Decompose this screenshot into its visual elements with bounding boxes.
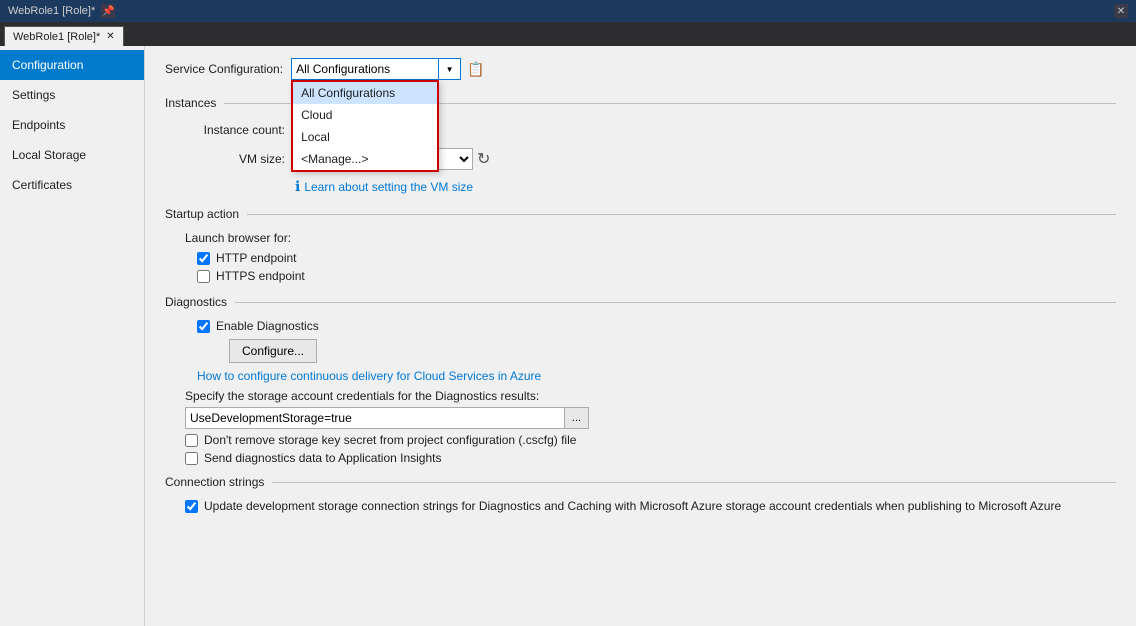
close-button[interactable]: ✕ bbox=[1114, 4, 1128, 18]
learn-link-row: ℹ Learn about setting the VM size bbox=[295, 178, 1116, 195]
service-config-dropdown-menu: All Configurations Cloud Local <Manage..… bbox=[291, 80, 439, 172]
enable-diagnostics-label: Enable Diagnostics bbox=[216, 319, 319, 333]
dont-remove-label: Don't remove storage key secret from pro… bbox=[204, 433, 576, 447]
https-endpoint-row: HTTPS endpoint bbox=[197, 269, 1116, 283]
title-bar-left: WebRole1 [Role]* 📌 bbox=[8, 4, 115, 18]
startup-action-label: Startup action bbox=[165, 207, 239, 221]
chevron-down-icon: ▼ bbox=[446, 65, 454, 74]
sidebar-local-storage-label: Local Storage bbox=[12, 148, 86, 162]
update-connection-strings-row: Update development storage connection st… bbox=[185, 499, 1116, 513]
configure-button[interactable]: Configure... bbox=[229, 339, 317, 363]
service-config-label: Service Configuration: bbox=[165, 62, 283, 76]
tab-label: WebRole1 [Role]* bbox=[13, 31, 100, 43]
connection-strings-section: Connection strings Update development st… bbox=[165, 475, 1116, 513]
config-dropdown-arrow[interactable]: ▼ bbox=[439, 58, 461, 80]
pin-button[interactable]: 📌 bbox=[101, 4, 115, 18]
sidebar: Configuration Settings Endpoints Local S… bbox=[0, 46, 145, 626]
info-icon: ℹ bbox=[295, 178, 300, 195]
learn-vm-size-link[interactable]: Learn about setting the VM size bbox=[304, 180, 473, 194]
send-insights-row: Send diagnostics data to Application Ins… bbox=[185, 451, 1116, 465]
sidebar-item-settings[interactable]: Settings bbox=[0, 80, 144, 110]
http-endpoint-row: HTTP endpoint bbox=[197, 251, 1116, 265]
storage-input-row: ... bbox=[185, 407, 1116, 429]
diagnostics-section: Diagnostics Enable Diagnostics Configure… bbox=[165, 295, 1116, 465]
startup-action-header: Startup action bbox=[165, 207, 1116, 221]
connection-strings-label: Connection strings bbox=[165, 475, 264, 489]
webrole-tab[interactable]: WebRole1 [Role]* ✕ bbox=[4, 26, 124, 46]
send-insights-label: Send diagnostics data to Application Ins… bbox=[204, 451, 442, 465]
copy-config-button[interactable]: 📋 bbox=[465, 58, 487, 80]
sidebar-endpoints-label: Endpoints bbox=[12, 118, 65, 132]
refresh-icon: ↻ bbox=[477, 151, 490, 168]
tab-close-button[interactable]: ✕ bbox=[106, 31, 114, 42]
send-insights-checkbox[interactable] bbox=[185, 452, 198, 465]
instances-section-label: Instances bbox=[165, 96, 216, 110]
connection-strings-header: Connection strings bbox=[165, 475, 1116, 489]
sidebar-item-local-storage[interactable]: Local Storage bbox=[0, 140, 144, 170]
title-bar: WebRole1 [Role]* 📌 ✕ bbox=[0, 0, 1136, 22]
http-endpoint-label: HTTP endpoint bbox=[216, 251, 297, 265]
startup-action-section: Startup action Launch browser for: HTTP … bbox=[165, 207, 1116, 283]
title-bar-text: WebRole1 [Role]* bbox=[8, 5, 95, 17]
copy-icon: 📋 bbox=[467, 61, 484, 77]
dont-remove-row: Don't remove storage key secret from pro… bbox=[185, 433, 1116, 447]
tab-bar: WebRole1 [Role]* ✕ bbox=[0, 22, 1136, 46]
diagnostics-section-header: Diagnostics bbox=[165, 295, 1116, 309]
dropdown-item-cloud[interactable]: Cloud bbox=[293, 104, 437, 126]
service-config-row: Service Configuration: All Configuration… bbox=[165, 58, 1116, 80]
storage-account-input[interactable] bbox=[185, 407, 565, 429]
https-endpoint-label: HTTPS endpoint bbox=[216, 269, 305, 283]
vm-size-label: VM size: bbox=[185, 152, 285, 166]
content-area: Service Configuration: All Configuration… bbox=[145, 46, 1136, 626]
update-connection-strings-checkbox[interactable] bbox=[185, 500, 198, 513]
dont-remove-checkbox[interactable] bbox=[185, 434, 198, 447]
sidebar-item-endpoints[interactable]: Endpoints bbox=[0, 110, 144, 140]
config-dropdown-wrapper: All Configurations Cloud Local <Manage..… bbox=[291, 58, 461, 80]
dropdown-item-manage[interactable]: <Manage...> bbox=[293, 148, 437, 170]
vm-size-refresh-button[interactable]: ↻ bbox=[477, 149, 490, 169]
sidebar-item-configuration[interactable]: Configuration bbox=[0, 50, 144, 80]
dropdown-item-all-configs[interactable]: All Configurations bbox=[293, 82, 437, 104]
title-bar-controls: ✕ bbox=[1114, 4, 1128, 18]
sidebar-certificates-label: Certificates bbox=[12, 178, 72, 192]
sidebar-item-certificates[interactable]: Certificates bbox=[0, 170, 144, 200]
continuous-delivery-link[interactable]: How to configure continuous delivery for… bbox=[197, 369, 1116, 383]
sidebar-configuration-label: Configuration bbox=[12, 58, 83, 72]
dropdown-item-local[interactable]: Local bbox=[293, 126, 437, 148]
main-container: Configuration Settings Endpoints Local S… bbox=[0, 46, 1136, 626]
diagnostics-label: Diagnostics bbox=[165, 295, 227, 309]
storage-account-label: Specify the storage account credentials … bbox=[185, 389, 1116, 403]
enable-diagnostics-checkbox[interactable] bbox=[197, 320, 210, 333]
storage-browse-button[interactable]: ... bbox=[565, 407, 589, 429]
service-config-select[interactable]: All Configurations Cloud Local <Manage..… bbox=[291, 58, 439, 80]
http-endpoint-checkbox[interactable] bbox=[197, 252, 210, 265]
instance-count-label: Instance count: bbox=[185, 123, 285, 137]
sidebar-settings-label: Settings bbox=[12, 88, 55, 102]
update-connection-strings-label: Update development storage connection st… bbox=[204, 499, 1061, 513]
enable-diagnostics-row: Enable Diagnostics bbox=[197, 319, 1116, 333]
https-endpoint-checkbox[interactable] bbox=[197, 270, 210, 283]
launch-browser-label: Launch browser for: bbox=[185, 231, 1116, 245]
